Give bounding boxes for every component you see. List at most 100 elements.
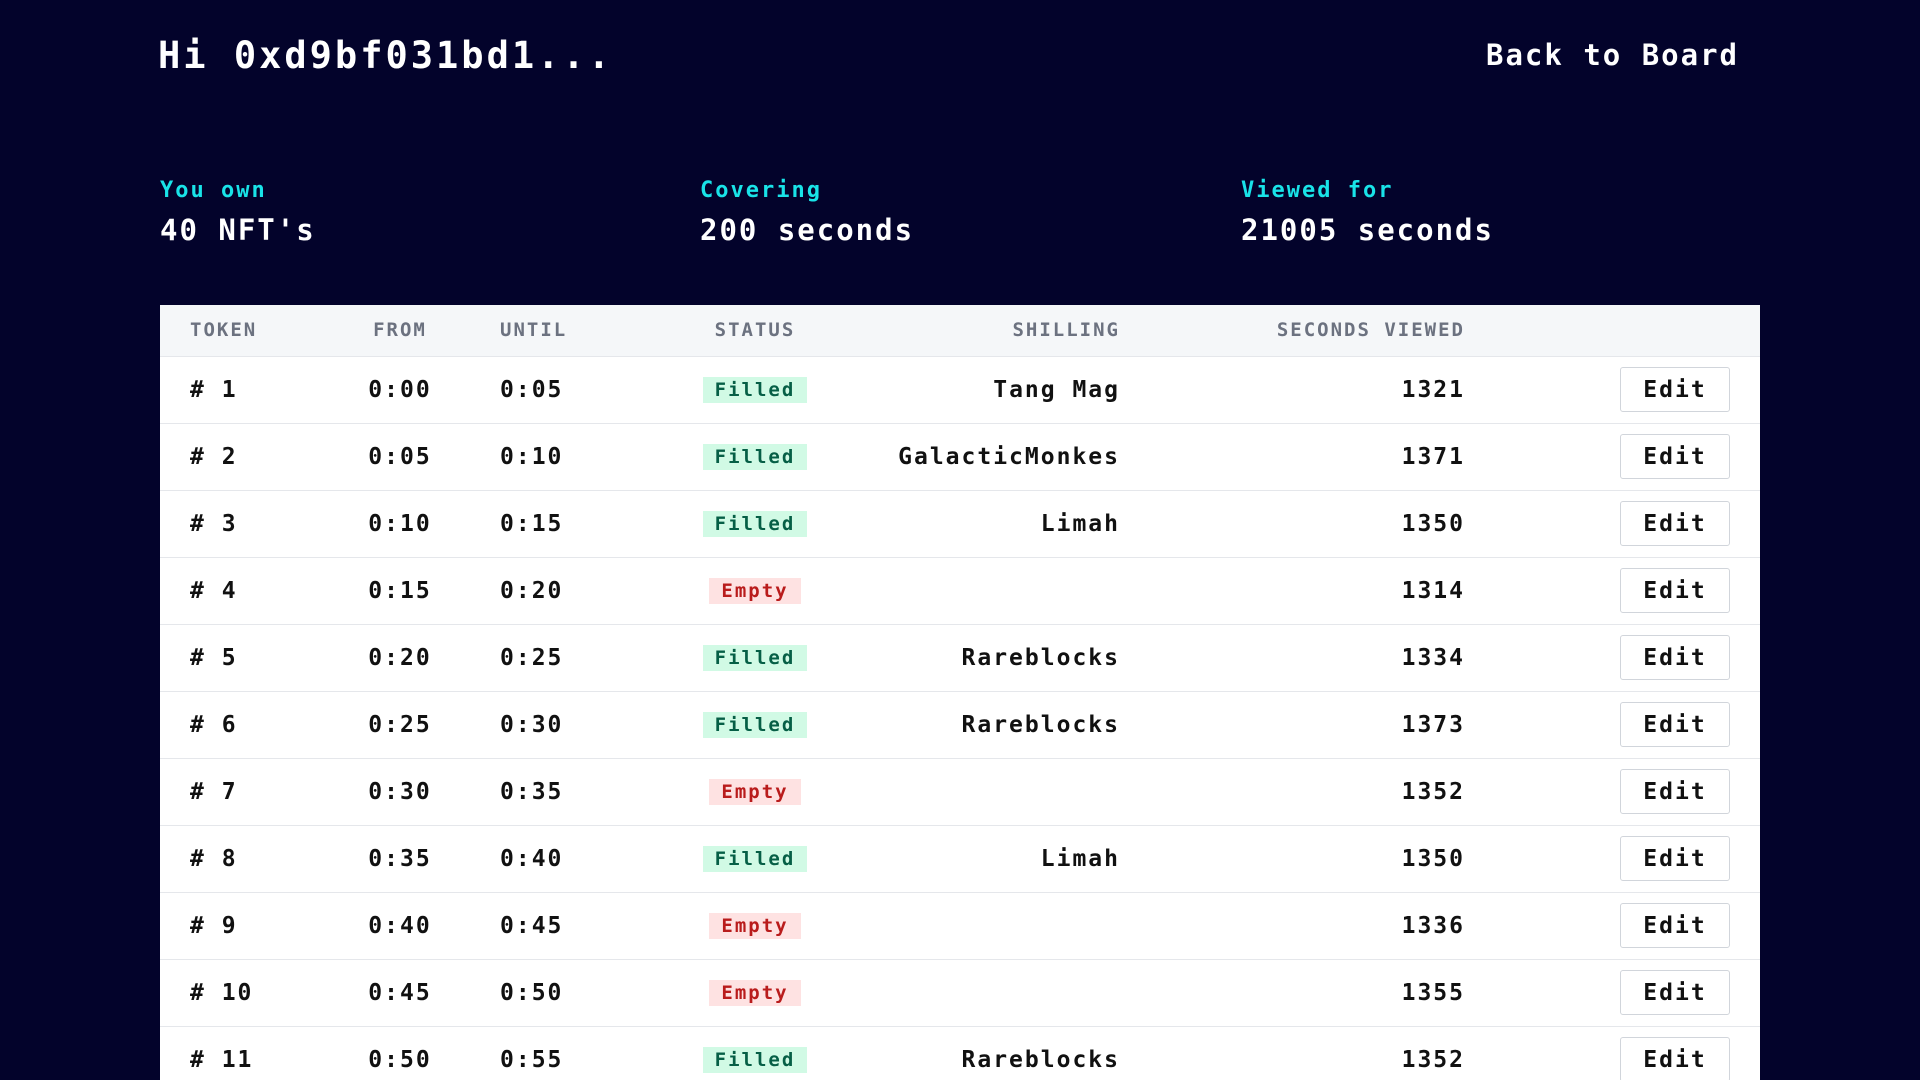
seconds-viewed-cell: 1352 <box>1401 1046 1465 1073</box>
status-cell: Empty <box>675 557 835 624</box>
edit-button[interactable]: Edit <box>1620 769 1730 814</box>
from-cell: 0:30 <box>368 778 432 805</box>
until-cell: 0:50 <box>500 979 564 1006</box>
status-cell: Filled <box>675 624 835 691</box>
edit-button[interactable]: Edit <box>1620 367 1730 412</box>
action-cell: Edit <box>1465 423 1760 490</box>
status-badge: Empty <box>709 913 801 939</box>
token-cell: # 4 <box>190 577 238 604</box>
tokens-table-container: TOKEN FROM UNTIL STATUS SHILLING SECONDS… <box>160 305 1760 1080</box>
status-badge: Filled <box>702 444 808 470</box>
edit-button[interactable]: Edit <box>1620 970 1730 1015</box>
from-cell: 0:45 <box>368 979 432 1006</box>
shilling-cell <box>835 557 1120 624</box>
edit-button[interactable]: Edit <box>1620 903 1730 948</box>
edit-button[interactable]: Edit <box>1620 434 1730 479</box>
until-cell: 0:55 <box>500 1046 564 1073</box>
seconds-viewed-cell: 1355 <box>1401 979 1465 1006</box>
token-cell: # 7 <box>190 778 238 805</box>
from-cell: 0:00 <box>368 376 432 403</box>
until-cell: 0:20 <box>500 577 564 604</box>
column-header-token: TOKEN <box>160 305 320 357</box>
action-cell: Edit <box>1465 624 1760 691</box>
token-cell: # 8 <box>190 845 238 872</box>
token-cell: # 10 <box>190 979 254 1006</box>
dashboard-page: Hi 0xd9bf031bd1... Back to Board You own… <box>0 0 1920 1080</box>
until-cell: 0:25 <box>500 644 564 671</box>
status-cell: Empty <box>675 959 835 1026</box>
until-cell: 0:05 <box>500 376 564 403</box>
table-row: # 11 0:50 0:55 Filled Rareblocks 1352 Edit <box>160 1026 1760 1080</box>
table-row: # 1 0:00 0:05 Filled Tang Mag 1321 Edit <box>160 356 1760 423</box>
shilling-cell <box>835 959 1120 1026</box>
action-cell: Edit <box>1465 758 1760 825</box>
until-cell: 0:15 <box>500 510 564 537</box>
back-to-board-link[interactable]: Back to Board <box>1486 38 1739 72</box>
token-cell: # 9 <box>190 912 238 939</box>
token-cell: # 3 <box>190 510 238 537</box>
action-cell: Edit <box>1465 1026 1760 1080</box>
until-cell: 0:30 <box>500 711 564 738</box>
until-cell: 0:35 <box>500 778 564 805</box>
shilling-cell: Rareblocks <box>961 711 1120 738</box>
edit-button[interactable]: Edit <box>1620 635 1730 680</box>
action-cell: Edit <box>1465 892 1760 959</box>
from-cell: 0:20 <box>368 644 432 671</box>
from-cell: 0:10 <box>368 510 432 537</box>
table-row: # 2 0:05 0:10 Filled GalacticMonkes 1371 Edit <box>160 423 1760 490</box>
seconds-viewed-cell: 1371 <box>1401 443 1465 470</box>
status-badge: Empty <box>709 980 801 1006</box>
table-body: # 1 0:00 0:05 Filled Tang Mag 1321 Edit # 2 0:05… <box>160 356 1760 1080</box>
column-header-shilling: SHILLING <box>835 305 1120 357</box>
from-cell: 0:50 <box>368 1046 432 1073</box>
seconds-viewed-cell: 1352 <box>1401 778 1465 805</box>
action-cell: Edit <box>1465 691 1760 758</box>
status-badge: Empty <box>709 779 801 805</box>
shilling-cell: Rareblocks <box>961 1046 1120 1073</box>
edit-button[interactable]: Edit <box>1620 568 1730 613</box>
status-badge: Filled <box>702 645 808 671</box>
action-cell: Edit <box>1465 490 1760 557</box>
status-cell: Empty <box>675 758 835 825</box>
status-cell: Filled <box>675 825 835 892</box>
action-cell: Edit <box>1465 356 1760 423</box>
column-header-actions <box>1465 305 1760 357</box>
from-cell: 0:40 <box>368 912 432 939</box>
status-cell: Filled <box>675 423 835 490</box>
status-cell: Filled <box>675 1026 835 1080</box>
shilling-cell <box>835 892 1120 959</box>
action-cell: Edit <box>1465 825 1760 892</box>
edit-button[interactable]: Edit <box>1620 702 1730 747</box>
status-badge: Filled <box>702 511 808 537</box>
token-cell: # 6 <box>190 711 238 738</box>
shilling-cell <box>835 758 1120 825</box>
from-cell: 0:05 <box>368 443 432 470</box>
stat-owned-value: 40 NFT's <box>160 213 316 247</box>
table-row: # 8 0:35 0:40 Filled Limah 1350 Edit <box>160 825 1760 892</box>
edit-button[interactable]: Edit <box>1620 1037 1730 1080</box>
status-cell: Filled <box>675 691 835 758</box>
edit-button[interactable]: Edit <box>1620 836 1730 881</box>
from-cell: 0:35 <box>368 845 432 872</box>
stat-viewed: Viewed for 21005 seconds <box>1241 178 1494 247</box>
table-row: # 5 0:20 0:25 Filled Rareblocks 1334 Edit <box>160 624 1760 691</box>
table-row: # 4 0:15 0:20 Empty 1314 Edit <box>160 557 1760 624</box>
table-row: # 10 0:45 0:50 Empty 1355 Edit <box>160 959 1760 1026</box>
seconds-viewed-cell: 1314 <box>1401 577 1465 604</box>
stat-covering: Covering 200 seconds <box>700 178 914 247</box>
status-badge: Filled <box>702 377 808 403</box>
action-cell: Edit <box>1465 959 1760 1026</box>
stat-owned-label: You own <box>160 178 267 203</box>
column-header-from: FROM <box>320 305 480 357</box>
status-badge: Empty <box>709 578 801 604</box>
seconds-viewed-cell: 1350 <box>1401 845 1465 872</box>
status-cell: Filled <box>675 490 835 557</box>
status-cell: Empty <box>675 892 835 959</box>
stat-viewed-value: 21005 seconds <box>1241 213 1494 247</box>
column-header-status: STATUS <box>675 305 835 357</box>
token-cell: # 2 <box>190 443 238 470</box>
edit-button[interactable]: Edit <box>1620 501 1730 546</box>
shilling-cell: Limah <box>1040 845 1120 872</box>
table-row: # 7 0:30 0:35 Empty 1352 Edit <box>160 758 1760 825</box>
shilling-cell: Limah <box>1040 510 1120 537</box>
